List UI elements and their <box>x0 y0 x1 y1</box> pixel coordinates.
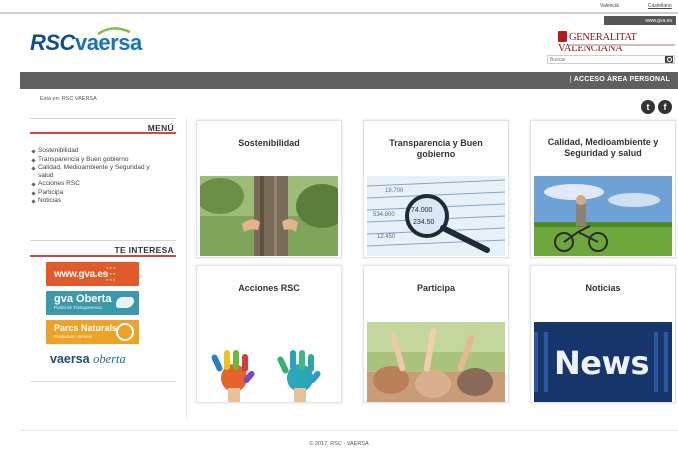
gva-link[interactable]: www.gva.es <box>604 16 676 25</box>
news-word: News <box>554 344 650 382</box>
card-title: Acciones RSC <box>238 283 300 293</box>
sidebar-item-noticias[interactable]: Noticias <box>30 197 176 206</box>
search-icon[interactable] <box>665 56 673 63</box>
menu-title: MENÚ <box>30 118 176 134</box>
sidebar-divider <box>30 381 176 382</box>
gva-banner[interactable]: www.gva.es ▪▪▪ ▪▪▪ ▪▪▪ <box>46 262 139 286</box>
sidebar: MENÚ Sostenibilidad Transparencia y Buen… <box>30 118 176 257</box>
speech-bubble-icon <box>116 297 134 308</box>
card-transparencia[interactable]: Transparencia y Buen gobierno 18.700 534.… <box>363 120 509 258</box>
card-sostenibilidad[interactable]: Sostenibilidad <box>196 120 342 258</box>
logo-swoosh-icon <box>97 27 131 35</box>
generalitat-underline <box>569 44 675 46</box>
parcs-text: Parcs Naturals <box>54 323 118 333</box>
parcs-subtext: Productes i serveis <box>54 334 93 339</box>
gva-banner-text: www.gva.es <box>54 269 108 280</box>
social-links: t f <box>641 100 675 114</box>
acceso-label: ACCESO ÁREA PERSONAL <box>573 76 670 83</box>
vaersa-word: vaersa <box>50 352 90 366</box>
lang-castellano-link[interactable]: Castellano <box>648 3 672 9</box>
lang-valencian-link[interactable]: Valencià <box>600 3 619 9</box>
svg-text:234.50: 234.50 <box>413 219 435 226</box>
card-participa[interactable]: Participa <box>363 265 509 403</box>
svg-text:12.450: 12.450 <box>377 234 396 240</box>
parcs-naturals-banner[interactable]: Parcs Naturals Productes i serveis <box>46 320 139 344</box>
gva-oberta-subtext: Portal de Transparencia <box>54 305 102 310</box>
vertical-divider <box>186 118 187 420</box>
oberta-word: oberta <box>93 352 126 366</box>
tree-hug-image <box>200 176 338 256</box>
sidebar-item-transparencia[interactable]: Transparencia y Buen gobierno <box>30 156 176 165</box>
svg-text:18.700: 18.700 <box>385 188 404 194</box>
generalitat-text: GENERALITAT VALENCIANA <box>558 32 637 54</box>
generalitat-emblem-icon <box>558 31 567 42</box>
card-title: Calidad, Medioambiente y Seguridad y sal… <box>547 137 659 158</box>
svg-text:74.000: 74.000 <box>411 207 433 214</box>
te-interesa-title: TE INTERESA <box>30 240 176 257</box>
sidebar-item-sostenibilidad[interactable]: Sostenibilidad <box>30 147 176 156</box>
card-title: Transparencia y Buen gobierno <box>389 138 483 159</box>
sidebar-item-participa[interactable]: Participa <box>30 189 176 198</box>
gva-oberta-banner[interactable]: gva Oberta Portal de Transparencia <box>46 291 139 315</box>
sidebar-item-calidad[interactable]: Calidad, Medioambiente y Seguridad y sal… <box>30 164 150 180</box>
search-box <box>547 55 675 64</box>
card-title: Noticias <box>585 283 621 293</box>
card-title: Sostenibilidad <box>238 138 300 148</box>
card-acciones-rsc[interactable]: Acciones RSC <box>196 265 342 403</box>
vaersa-oberta-banner[interactable]: vaersa oberta <box>46 349 139 371</box>
gva-oberta-text: gva Oberta <box>54 293 112 305</box>
raised-hands-image <box>367 322 505 402</box>
generalitat-logo[interactable]: GENERALITAT VALENCIANA <box>558 31 678 54</box>
cyclist-field-image <box>534 176 672 256</box>
footer-divider <box>20 430 678 431</box>
svg-text:534.800: 534.800 <box>373 212 395 218</box>
acceso-area-personal-link[interactable]: | ACCESO ÁREA PERSONAL <box>570 76 670 83</box>
sidebar-item-acciones[interactable]: Acciones RSC <box>30 180 176 189</box>
breadcrumb: Está en: RSC VAERSA <box>40 96 97 102</box>
vaersa-oberta-text: vaersa oberta <box>50 352 126 367</box>
twitter-icon[interactable]: t <box>641 100 655 114</box>
footer-copyright: © 2017, RSC - VAERSA <box>309 441 369 447</box>
card-calidad[interactable]: Calidad, Medioambiente y Seguridad y sal… <box>530 120 676 258</box>
painted-hands-image <box>200 348 338 402</box>
facebook-icon[interactable]: f <box>658 100 672 114</box>
news-image: News <box>534 322 672 402</box>
logo-rsc-text: RSC <box>30 30 75 55</box>
card-noticias[interactable]: Noticias News <box>530 265 676 403</box>
search-input[interactable] <box>549 56 661 63</box>
gva-dots-icon: ▪▪▪ ▪▪▪ ▪▪▪ <box>106 265 117 284</box>
card-title: Participa <box>416 283 456 293</box>
sidebar-menu: Sostenibilidad Transparencia y Buen gobi… <box>30 147 176 206</box>
utility-bar <box>0 0 678 14</box>
leaf-circle-icon <box>116 323 134 341</box>
main-navbar: | ACCESO ÁREA PERSONAL <box>20 72 678 89</box>
nav-separator: | <box>569 76 572 83</box>
magnifier-document-image: 18.700 534.800 12.450 74.000 234.50 <box>367 176 505 256</box>
